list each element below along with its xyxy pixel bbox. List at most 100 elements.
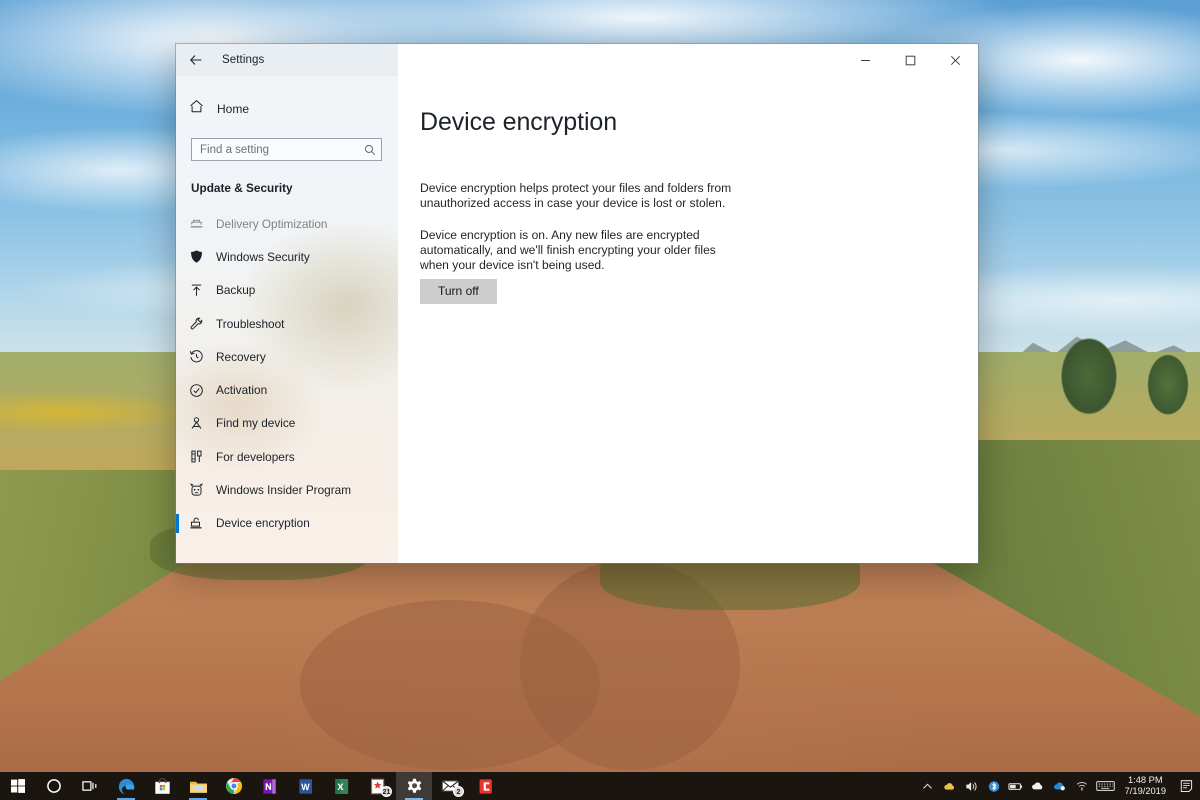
taskbar-app-buttons: 21 2 xyxy=(0,772,504,800)
search-icon[interactable] xyxy=(364,144,376,156)
settings-taskbar-button[interactable] xyxy=(396,772,432,800)
window-title: Settings xyxy=(222,54,265,66)
sidebar-item-device-encryption[interactable]: Device encryption xyxy=(176,507,398,540)
chevron-up-icon xyxy=(923,783,933,789)
cloud-blue-icon xyxy=(1053,782,1065,791)
sidebar-item-troubleshoot[interactable]: Troubleshoot xyxy=(176,307,398,340)
store-button[interactable] xyxy=(144,772,180,800)
maximize-button[interactable] xyxy=(888,44,933,76)
title-bar-left: Settings xyxy=(176,44,398,76)
sidebar-item-label: For developers xyxy=(216,449,295,464)
todo-button[interactable]: 21 xyxy=(360,772,396,800)
sidebar-item-label: Backup xyxy=(216,283,256,298)
home-icon xyxy=(189,99,204,119)
back-arrow-icon xyxy=(190,55,202,65)
taskbar-clock[interactable]: 1:48 PM 7/19/2019 xyxy=(1119,772,1174,800)
clock-time: 1:48 PM xyxy=(1128,775,1163,785)
sidebar-item-label: Delivery Optimization xyxy=(216,216,328,231)
system-tray: 1:48 PM 7/19/2019 xyxy=(917,772,1200,800)
taskbar: 21 2 1:48 PM 7/19/2019 xyxy=(0,772,1200,800)
sidebar-item-windows-insider-program[interactable]: Windows Insider Program xyxy=(176,473,398,506)
wrench-icon xyxy=(189,316,211,331)
sidebar-item-recovery[interactable]: Recovery xyxy=(176,340,398,373)
turn-off-button[interactable]: Turn off xyxy=(420,279,497,305)
action-center-button[interactable] xyxy=(1174,772,1200,800)
close-icon xyxy=(950,55,961,65)
settings-sidebar: Home Update & Security xyxy=(176,76,398,563)
file-explorer-button[interactable] xyxy=(180,772,216,800)
network-tray-icon[interactable] xyxy=(1071,772,1093,800)
battery-tray-icon[interactable] xyxy=(1005,772,1027,800)
sidebar-item-label: Windows Security xyxy=(216,249,310,264)
sidebar-item-label: Windows Insider Program xyxy=(216,483,352,498)
sidebar-item-label: Device encryption xyxy=(216,516,310,531)
minimize-icon xyxy=(861,59,870,61)
word-button[interactable] xyxy=(288,772,324,800)
page-title: Device encryption xyxy=(420,108,618,136)
mail-button[interactable]: 2 xyxy=(432,772,468,800)
excel-button[interactable] xyxy=(324,772,360,800)
edge-button[interactable] xyxy=(108,772,144,800)
onedrive-tray-icon[interactable] xyxy=(1027,772,1049,800)
search-input[interactable] xyxy=(200,143,364,156)
onedrive-personal-tray-icon[interactable] xyxy=(939,772,961,800)
back-button[interactable] xyxy=(176,44,216,76)
delivery-optimization-icon xyxy=(189,216,211,231)
onenote-icon xyxy=(263,778,276,794)
settings-content: Device encryption Device encryption help… xyxy=(398,76,978,563)
content-columns: Device encryption helps protect your fil… xyxy=(398,137,978,305)
battery-icon xyxy=(1008,782,1023,790)
shield-icon xyxy=(189,249,211,264)
cortana-button[interactable] xyxy=(36,772,72,800)
task-view-icon xyxy=(81,781,96,791)
find-device-icon xyxy=(189,416,211,431)
sidebar-item-label: Troubleshoot xyxy=(216,316,285,331)
minimize-button[interactable] xyxy=(843,44,888,76)
sidebar-nav-list: Delivery Optimization Windows Security B… xyxy=(176,207,398,540)
sidebar-item-label: Recovery xyxy=(216,349,266,364)
microsoft-excel-icon xyxy=(335,778,349,794)
sidebar-item-label: Find my device xyxy=(216,416,296,431)
keyboard-icon xyxy=(1096,781,1115,791)
onedrive-business-tray-icon[interactable] xyxy=(1049,772,1071,800)
keyboard-tray-icon[interactable] xyxy=(1093,772,1119,800)
action-center-icon xyxy=(1180,780,1193,793)
bluetooth-tray-icon[interactable] xyxy=(983,772,1005,800)
sidebar-item-activation[interactable]: Activation xyxy=(176,373,398,406)
sidebar-item-windows-security[interactable]: Windows Security xyxy=(176,240,398,273)
sidebar-search-wrap xyxy=(176,124,398,161)
onenote-button[interactable] xyxy=(252,772,288,800)
wallpaper-tree xyxy=(1050,330,1128,440)
developer-tools-icon xyxy=(189,449,211,464)
chrome-button[interactable] xyxy=(216,772,252,800)
maximize-icon xyxy=(905,55,916,65)
bluetooth-icon xyxy=(988,780,999,792)
sidebar-item-find-my-device[interactable]: Find my device xyxy=(176,407,398,440)
cortana-circle-icon xyxy=(47,779,61,793)
gear-icon xyxy=(407,778,421,793)
todo-badge: 21 xyxy=(381,786,392,797)
history-clock-icon xyxy=(189,349,211,364)
backup-upload-icon xyxy=(189,283,211,298)
camtasia-button[interactable] xyxy=(468,772,504,800)
google-chrome-icon xyxy=(226,778,242,794)
window-controls xyxy=(398,44,978,76)
search-box[interactable] xyxy=(191,138,382,161)
sidebar-item-home[interactable]: Home xyxy=(176,94,398,124)
speaker-icon xyxy=(965,781,977,791)
sidebar-item-backup[interactable]: Backup xyxy=(176,274,398,307)
lock-drive-icon xyxy=(189,516,211,531)
description-paragraph-1: Device encryption helps protect your fil… xyxy=(420,181,732,210)
sidebar-item-delivery-optimization[interactable]: Delivery Optimization xyxy=(176,207,398,240)
close-button[interactable] xyxy=(933,44,978,76)
file-explorer-icon xyxy=(189,781,207,793)
start-button[interactable] xyxy=(0,772,36,800)
sidebar-item-for-developers[interactable]: For developers xyxy=(176,440,398,473)
volume-tray-icon[interactable] xyxy=(961,772,983,800)
task-view-button[interactable] xyxy=(72,772,108,800)
show-hidden-icons-button[interactable] xyxy=(917,772,939,800)
cloud-yellow-icon xyxy=(944,782,955,790)
microsoft-store-icon xyxy=(154,777,170,794)
camtasia-icon xyxy=(479,778,492,794)
wifi-icon xyxy=(1076,782,1087,791)
